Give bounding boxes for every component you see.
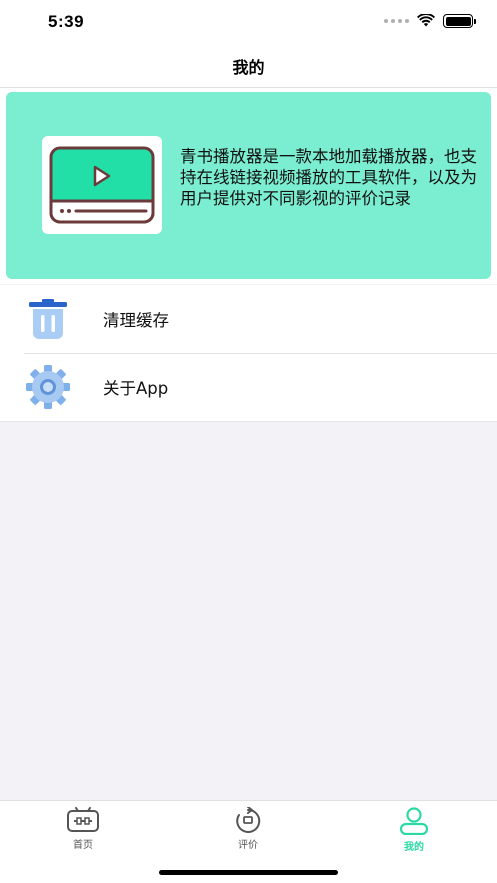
menu-item-label: 清理缓存 (103, 311, 169, 330)
status-bar: 5:39 (0, 0, 497, 44)
menu-item-label: 关于App (103, 379, 169, 398)
nav-bar: 我的 (0, 44, 497, 88)
refresh-icon (236, 807, 261, 833)
menu-item-clear-cache[interactable]: 清理缓存 (0, 285, 497, 353)
app-logo (42, 136, 162, 234)
tab-home[interactable]: 首页 (38, 807, 128, 855)
tv-icon (67, 807, 99, 832)
wifi-icon (417, 14, 435, 27)
gear-icon (24, 363, 72, 411)
tab-bar: 首页 评价 我的 (0, 800, 497, 883)
tab-label: 首页 (73, 840, 93, 851)
home-indicator (159, 870, 338, 875)
user-icon (399, 807, 429, 835)
app-info-banner: 青书播放器是一款本地加载播放器，也支持在线链接视频播放的工具软件，以及为用户提供… (6, 92, 491, 279)
app-description: 青书播放器是一款本地加载播放器，也支持在线链接视频播放的工具软件，以及为用户提供… (180, 147, 477, 208)
settings-menu: 清理缓存 关于App (0, 285, 497, 422)
tab-label: 评价 (238, 840, 258, 851)
tab-mine[interactable]: 我的 (369, 807, 459, 855)
page-title: 我的 (232, 57, 265, 77)
video-player-icon (49, 146, 155, 224)
tab-reviews[interactable]: 评价 (203, 807, 293, 855)
status-icons (384, 14, 476, 28)
menu-item-about-app[interactable]: 关于App (0, 353, 497, 421)
battery-icon (443, 14, 476, 28)
banner-section: 青书播放器是一款本地加载播放器，也支持在线链接视频播放的工具软件，以及为用户提供… (0, 88, 497, 284)
status-time: 5:39 (48, 12, 85, 31)
trash-icon (24, 295, 72, 343)
cellular-signal-icon (384, 19, 409, 23)
tab-label: 我的 (404, 842, 424, 853)
